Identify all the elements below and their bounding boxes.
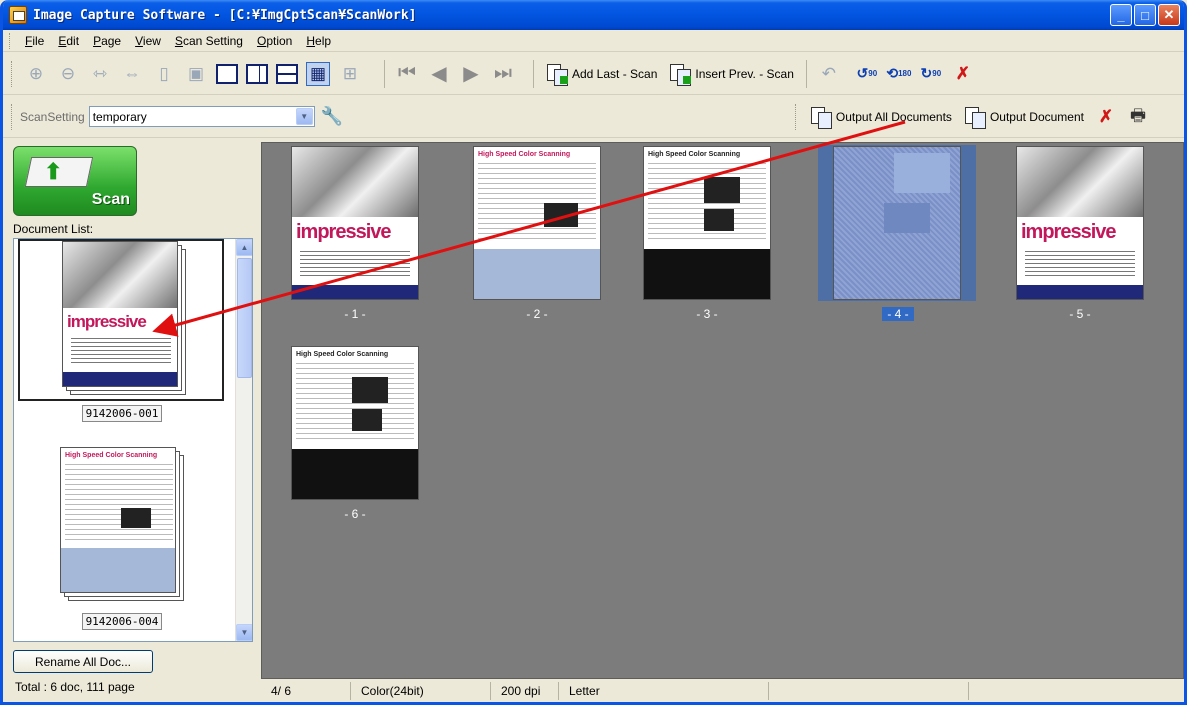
document-list: impressive 9142006-001 High Speed Color …	[13, 238, 253, 642]
menu-help[interactable]: Help	[299, 34, 338, 48]
window-controls: _ □ ✕	[1110, 4, 1180, 26]
main-toolbar: ⊕ ⊖ ⇿ ⇔ ▯ ▣ ▦ ⊞ ⏮ ◀ ▶ ⏭ Add Last - Scan …	[3, 53, 1184, 95]
document-cover: impressive	[62, 241, 178, 387]
undo-icon[interactable]: ↶	[817, 62, 841, 86]
left-pane: ⬆ Scan Document List: impressive 9142006…	[9, 140, 253, 694]
two-page-view-icon[interactable]	[246, 63, 268, 84]
minimize-button[interactable]: _	[1110, 4, 1132, 26]
document-list-scrollbar[interactable]: ▲ ▼	[235, 239, 252, 641]
status-dpi: 200 dpi	[491, 682, 559, 700]
page-thumbnail-5[interactable]: impressive	[1017, 147, 1143, 299]
single-page-view-icon[interactable]	[216, 63, 238, 84]
status-page: 4/ 6	[261, 682, 351, 700]
toolbar-separator	[533, 59, 534, 88]
delete-document-icon[interactable]: ✗	[1094, 105, 1118, 129]
scan-setting-value: temporary	[92, 109, 147, 124]
page-number-3: - 3 -	[696, 307, 718, 321]
split-view-icon[interactable]	[276, 63, 298, 84]
toolbar-separator	[384, 59, 385, 88]
zoom-in-icon[interactable]: ⊕	[24, 62, 48, 86]
scan-setting-select[interactable]: temporary ▼	[88, 106, 315, 127]
document-list-label: Document List:	[13, 222, 94, 236]
rename-all-documents-button[interactable]: Rename All Doc...	[13, 650, 153, 673]
page-thumbnail-6[interactable]: High Speed Color Scanning	[292, 347, 418, 499]
scrollbar-thumb[interactable]	[237, 258, 252, 378]
output-toolbar: Output All Documents Output Document ✗ 🖶	[793, 104, 1154, 130]
page-thumbnail-3[interactable]: High Speed Color Scanning	[644, 147, 770, 299]
prev-page-icon[interactable]: ◀	[427, 62, 451, 86]
first-page-icon[interactable]: ⏮	[395, 62, 419, 86]
output-document-button[interactable]: Output Document	[964, 106, 1084, 129]
scan-setting-label: ScanSetting	[20, 109, 85, 124]
document-name[interactable]: 9142006-004	[82, 613, 162, 630]
wrench-icon[interactable]: 🔧	[321, 106, 343, 127]
scan-setting-toolbar: ScanSetting temporary ▼ 🔧 Output All Doc…	[3, 96, 1184, 138]
menu-bar: File Edit Page View Scan Setting Option …	[3, 30, 1184, 52]
document-cover: High Speed Color Scanning	[60, 447, 176, 593]
status-bar: 4/ 6 Color(24bit) 200 dpi Letter	[261, 680, 1184, 702]
window-title: Image Capture Software - [C:¥ImgCptScan¥…	[33, 7, 417, 23]
insert-prev-scan-button[interactable]: Insert Prev. - Scan	[669, 63, 794, 86]
menu-edit[interactable]: Edit	[51, 34, 86, 48]
scroll-up-icon[interactable]: ▲	[236, 239, 252, 256]
multi-thumbnail-icon[interactable]: ⊞	[338, 62, 362, 86]
rotate-left-icon[interactable]: ↺ 90	[855, 62, 879, 86]
chevron-down-icon[interactable]: ▼	[295, 108, 313, 125]
menu-option[interactable]: Option	[250, 34, 299, 48]
document-name[interactable]: 9142006-001	[82, 405, 162, 422]
next-page-icon[interactable]: ▶	[459, 62, 483, 86]
page-thumbnail-area: impressive - 1 - High Speed Color Scanni…	[261, 142, 1184, 679]
toolbar-grip[interactable]	[11, 60, 14, 87]
last-page-icon[interactable]: ⏭	[491, 62, 515, 86]
output-document-icon	[964, 106, 986, 129]
close-button[interactable]: ✕	[1158, 4, 1180, 26]
rotate-180-icon[interactable]: ⟲ 180	[886, 62, 911, 86]
toolbar-grip[interactable]	[794, 104, 798, 130]
status-empty	[769, 682, 969, 700]
menu-view[interactable]: View	[128, 34, 168, 48]
actual-size-icon[interactable]: ▯	[152, 62, 176, 86]
page-number-1: - 1 -	[344, 307, 366, 321]
page-number-2: - 2 -	[526, 307, 548, 321]
zoom-out-icon[interactable]: ⊖	[56, 62, 80, 86]
title-bar[interactable]: Image Capture Software - [C:¥ImgCptScan¥…	[3, 0, 1184, 30]
app-window: Image Capture Software - [C:¥ImgCptScan¥…	[0, 0, 1187, 705]
full-screen-icon[interactable]: ▣	[184, 62, 208, 86]
add-last-scan-button[interactable]: Add Last - Scan	[546, 63, 657, 86]
insert-prev-scan-icon	[669, 63, 692, 86]
page-number-4: - 4 -	[882, 307, 914, 321]
fit-page-icon[interactable]: ⇔	[120, 62, 144, 86]
page-number-6: - 6 -	[344, 507, 366, 521]
scroll-down-icon[interactable]: ▼	[236, 624, 252, 641]
add-last-scan-icon	[546, 63, 568, 86]
maximize-button[interactable]: □	[1134, 4, 1156, 26]
menu-page[interactable]: Page	[86, 34, 128, 48]
total-summary: Total : 6 doc, 111 page	[15, 680, 135, 694]
rotate-right-icon[interactable]: ↻ 90	[919, 62, 943, 86]
toolbar-separator	[805, 59, 807, 88]
thumbnail-view-icon[interactable]: ▦	[306, 61, 330, 86]
scan-button-label: Scan	[91, 191, 130, 208]
delete-page-icon[interactable]: ✗	[951, 62, 975, 86]
scan-button[interactable]: ⬆ Scan	[13, 146, 137, 216]
printer-icon[interactable]: 🖶	[1126, 105, 1150, 129]
status-paper-size: Letter	[559, 682, 769, 700]
status-color: Color(24bit)	[351, 682, 491, 700]
app-icon	[9, 6, 27, 24]
menu-grip[interactable]	[9, 32, 12, 49]
toolbar-grip[interactable]	[11, 103, 14, 130]
output-all-documents-button[interactable]: Output All Documents	[810, 106, 952, 129]
menu-scan-setting[interactable]: Scan Setting	[168, 34, 250, 48]
page-thumbnail-1[interactable]: impressive	[292, 147, 418, 299]
document-thumbnail[interactable]: High Speed Color Scanning	[18, 447, 224, 609]
document-thumbnail[interactable]: impressive	[18, 239, 224, 401]
page-number-5: - 5 -	[1069, 307, 1091, 321]
menu-file[interactable]: File	[18, 34, 51, 48]
fit-width-icon[interactable]: ⇿	[88, 62, 112, 86]
page-thumbnail-2[interactable]: High Speed Color Scanning	[474, 147, 600, 299]
page-thumbnail-4[interactable]	[834, 147, 960, 299]
output-all-icon	[810, 106, 832, 129]
arrow-up-icon: ⬆	[44, 159, 63, 184]
